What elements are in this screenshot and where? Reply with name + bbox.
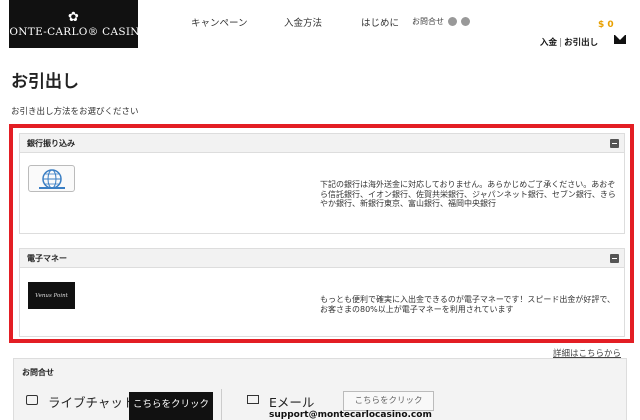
site-logo[interactable]: ✿ MONTE-CARLO® CASINO [0,0,148,48]
logo-emblem-icon: ✿ [68,9,79,25]
envelope-icon[interactable] [614,35,626,44]
email-label: Eメール [269,395,315,410]
method-bank-transfer[interactable]: 銀行振り込み 下記の銀行は海外送金に対応しておりません。あらかじめご了承ください… [19,133,625,234]
divider [221,389,222,420]
email-address[interactable]: support@montecarlocasino.com [269,410,432,420]
nav-getting-started[interactable]: はじめに [361,15,399,29]
nav-contact[interactable]: お問合せ [412,16,470,27]
collapse-icon[interactable] [610,139,619,148]
chat-small-icon[interactable] [461,17,470,26]
contact-section: お問合せ ライブチャット こちらをクリック Eメール こちらをクリック supp… [13,358,627,420]
panel-title: 電子マネー [27,254,67,263]
page-subtitle: お引き出し方法をお選びください [11,107,139,117]
account-links: 入金 | お引出し [540,36,598,48]
venus-point-logo: Venus Point [28,282,75,309]
nav-contact-label: お問合せ [412,17,444,26]
deposit-link[interactable]: 入金 [540,38,557,48]
panel-header[interactable]: 銀行振り込み [20,134,624,153]
nav-deposit-methods[interactable]: 入金方法 [284,15,322,29]
live-chat-button[interactable]: こちらをクリック [129,392,213,420]
logo-text: MONTE-CARLO® CASINO [0,25,149,38]
balance-amount: $ 0 [598,20,614,30]
envelope-icon [247,395,259,404]
page-title: お引出し [11,72,79,92]
nav-campaign[interactable]: キャンペーン [191,15,248,29]
withdraw-link[interactable]: お引出し [564,38,598,48]
panel-title: 銀行振り込み [27,139,75,148]
contact-title: お問合せ [22,368,54,377]
chat-bubble-icon [26,395,38,405]
live-chat-label: ライブチャット [48,395,136,410]
method-description: 下記の銀行は海外送金に対応しておりません。あらかじめご了承ください。あおぞら信託… [320,180,616,208]
separator: | [559,38,563,48]
email-button[interactable]: こちらをクリック [343,391,434,411]
method-description: もっとも便利で確実に入出金できるのが電子マネーです！スピード出金が好評で、お客さ… [320,295,616,314]
method-e-money[interactable]: 電子マネー Venus Point もっとも便利で確実に入出金できるのが電子マネ… [19,248,625,337]
mail-small-icon[interactable] [448,17,457,26]
collapse-icon[interactable] [610,254,619,263]
withdrawal-methods: 銀行振り込み 下記の銀行は海外送金に対応しておりません。あらかじめご了承ください… [9,124,634,343]
bank-globe-icon [28,165,75,192]
panel-header[interactable]: 電子マネー [20,249,624,268]
